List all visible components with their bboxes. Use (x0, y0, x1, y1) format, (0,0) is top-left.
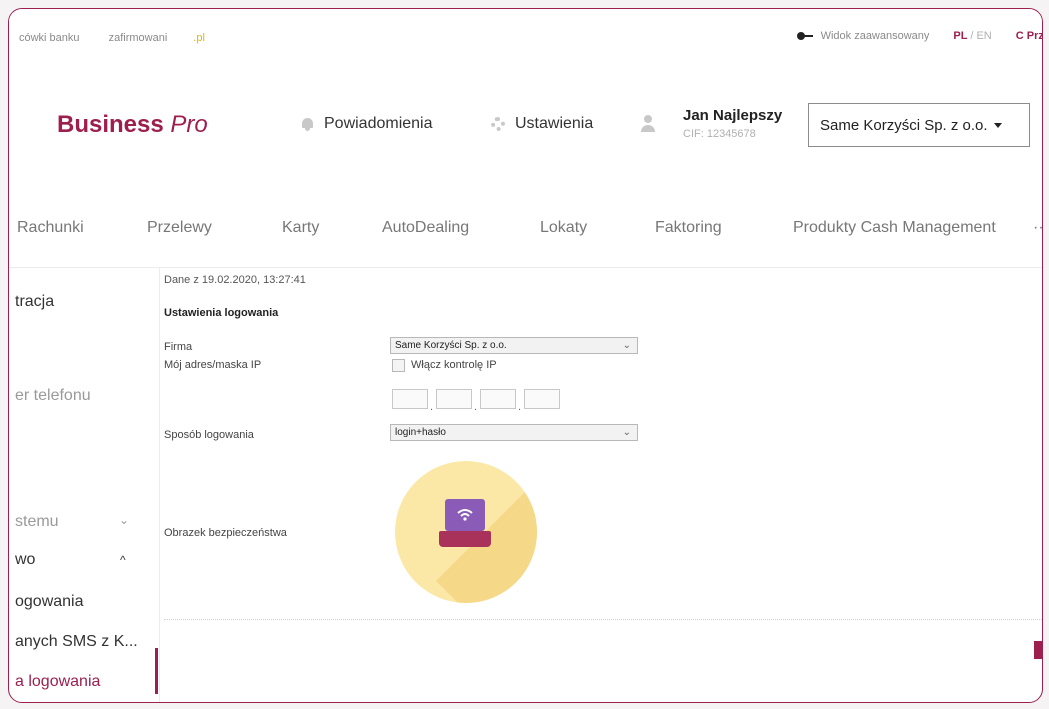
login-method-label: Sposób logowania (164, 429, 254, 441)
sidebar-item-phone[interactable]: er telefonu (15, 387, 91, 405)
browser-frame: cówki banku zafirmowani .pl Widok zaawans… (8, 8, 1043, 703)
security-image[interactable] (395, 461, 537, 603)
sidebar-active-indicator (155, 648, 158, 694)
bell-icon (301, 117, 314, 131)
login-settings-panel: Dane z 19.02.2020, 13:27:41 Ustawienia l… (159, 267, 1042, 702)
logo-accent: Pro (170, 111, 208, 138)
sidebar-item-login-history[interactable]: ogowania (15, 593, 84, 611)
save-button[interactable] (1034, 641, 1042, 659)
chevron-down-icon[interactable]: ⌄ (119, 513, 129, 527)
branch-link[interactable]: cówki banku (19, 32, 80, 44)
zafirmowani-text: zafirmowani (108, 32, 168, 44)
nav-cash-management[interactable]: Produkty Cash Management (793, 219, 996, 237)
ip-octet-2[interactable] (436, 389, 472, 409)
ip-label: Mój adres/maska IP (164, 359, 262, 371)
zafirmowani-accent: .pl (193, 32, 205, 44)
settings-label: Ustawienia (515, 115, 594, 132)
user-name: Jan Najlepszy (683, 107, 783, 124)
ip-dot: . (430, 401, 434, 413)
top-utility-bar: cówki banku zafirmowani .pl Widok zaawans… (9, 9, 1042, 72)
sidebar-item-sms[interactable]: anych SMS z K... (15, 633, 138, 651)
chevron-down-icon: ⌄ (622, 427, 631, 438)
ip-octet-1[interactable] (392, 389, 428, 409)
sidebar-item-security[interactable]: wo (15, 551, 35, 569)
ip-control-checkbox[interactable] (392, 359, 405, 372)
chevron-down-icon: ⌄ (622, 340, 631, 351)
top-links: cówki banku zafirmowani .pl (19, 32, 257, 44)
refresh-button[interactable]: C Prze (1016, 30, 1042, 42)
login-method-value: login+hasło (395, 427, 446, 438)
chevron-down-icon (993, 122, 1002, 128)
top-right-controls: Widok zaawansowany PL / EN C Prze (796, 30, 1042, 42)
settings-link[interactable]: Ustawienia (491, 115, 593, 133)
laptop-keyboard-icon (439, 531, 491, 547)
header: Business Pro Powiadomienia Ustawienia Ja… (9, 71, 1042, 193)
lang-pl[interactable]: PL (953, 30, 967, 42)
wifi-icon (457, 509, 473, 521)
section-title: Ustawienia logowania (164, 307, 279, 319)
firma-label: Firma (164, 341, 193, 353)
lang-en[interactable]: EN (976, 30, 991, 42)
company-select[interactable]: Same Korzyści Sp. z o.o. (808, 103, 1030, 147)
ip-dot: . (518, 401, 522, 413)
user-icon (641, 115, 655, 133)
logo-main: Business (57, 111, 164, 138)
logo[interactable]: Business Pro (57, 111, 208, 139)
main-navigation: Rachunki Przelewy Karty AutoDealing Loka… (9, 193, 1042, 268)
nav-lokaty[interactable]: Lokaty (540, 219, 587, 237)
advanced-view-toggle[interactable]: Widok zaawansowany (796, 30, 930, 42)
chevron-up-icon[interactable]: ^ (120, 553, 126, 567)
nav-faktoring[interactable]: Faktoring (655, 219, 722, 237)
data-timestamp: Dane z 19.02.2020, 13:27:41 (164, 274, 306, 286)
security-image-label: Obrazek bezpieczeństwa (164, 527, 287, 539)
sidebar: tracja er telefonu stemu ⌄ wo ^ ogowania… (9, 267, 160, 702)
sidebar-item-login-settings[interactable]: a logowania (15, 673, 100, 691)
nav-przelewy[interactable]: Przelewy (147, 219, 212, 237)
toggle-icon (796, 31, 813, 41)
divider (164, 619, 1042, 620)
firma-select-value: Same Korzyści Sp. z o.o. (395, 340, 507, 351)
sidebar-item-system[interactable]: stemu (15, 513, 59, 531)
gear-icon (491, 117, 505, 131)
firma-select[interactable]: Same Korzyści Sp. z o.o. ⌄ (390, 337, 638, 354)
advanced-view-label: Widok zaawansowany (820, 30, 930, 42)
nav-autodealing[interactable]: AutoDealing (382, 219, 469, 237)
ip-octet-3[interactable] (480, 389, 516, 409)
sidebar-item-administracja[interactable]: tracja (15, 293, 54, 311)
ip-control-label: Włącz kontrolę IP (411, 359, 497, 371)
notifications-label: Powiadomienia (324, 115, 433, 132)
language-switch[interactable]: PL / EN (953, 30, 991, 42)
nav-rachunki[interactable]: Rachunki (17, 219, 84, 237)
notifications-link[interactable]: Powiadomienia (301, 115, 433, 133)
company-select-value: Same Korzyści Sp. z o.o. (820, 116, 988, 134)
ip-octet-4[interactable] (524, 389, 560, 409)
nav-more[interactable]: ·· (1033, 219, 1042, 237)
lang-separator: / (970, 30, 974, 42)
user-cif: CIF: 12345678 (683, 128, 756, 140)
ip-dot: . (474, 401, 478, 413)
login-method-select[interactable]: login+hasło ⌄ (390, 424, 638, 441)
nav-karty[interactable]: Karty (282, 219, 319, 237)
zafirmowani-link[interactable]: zafirmowani .pl (109, 32, 231, 44)
